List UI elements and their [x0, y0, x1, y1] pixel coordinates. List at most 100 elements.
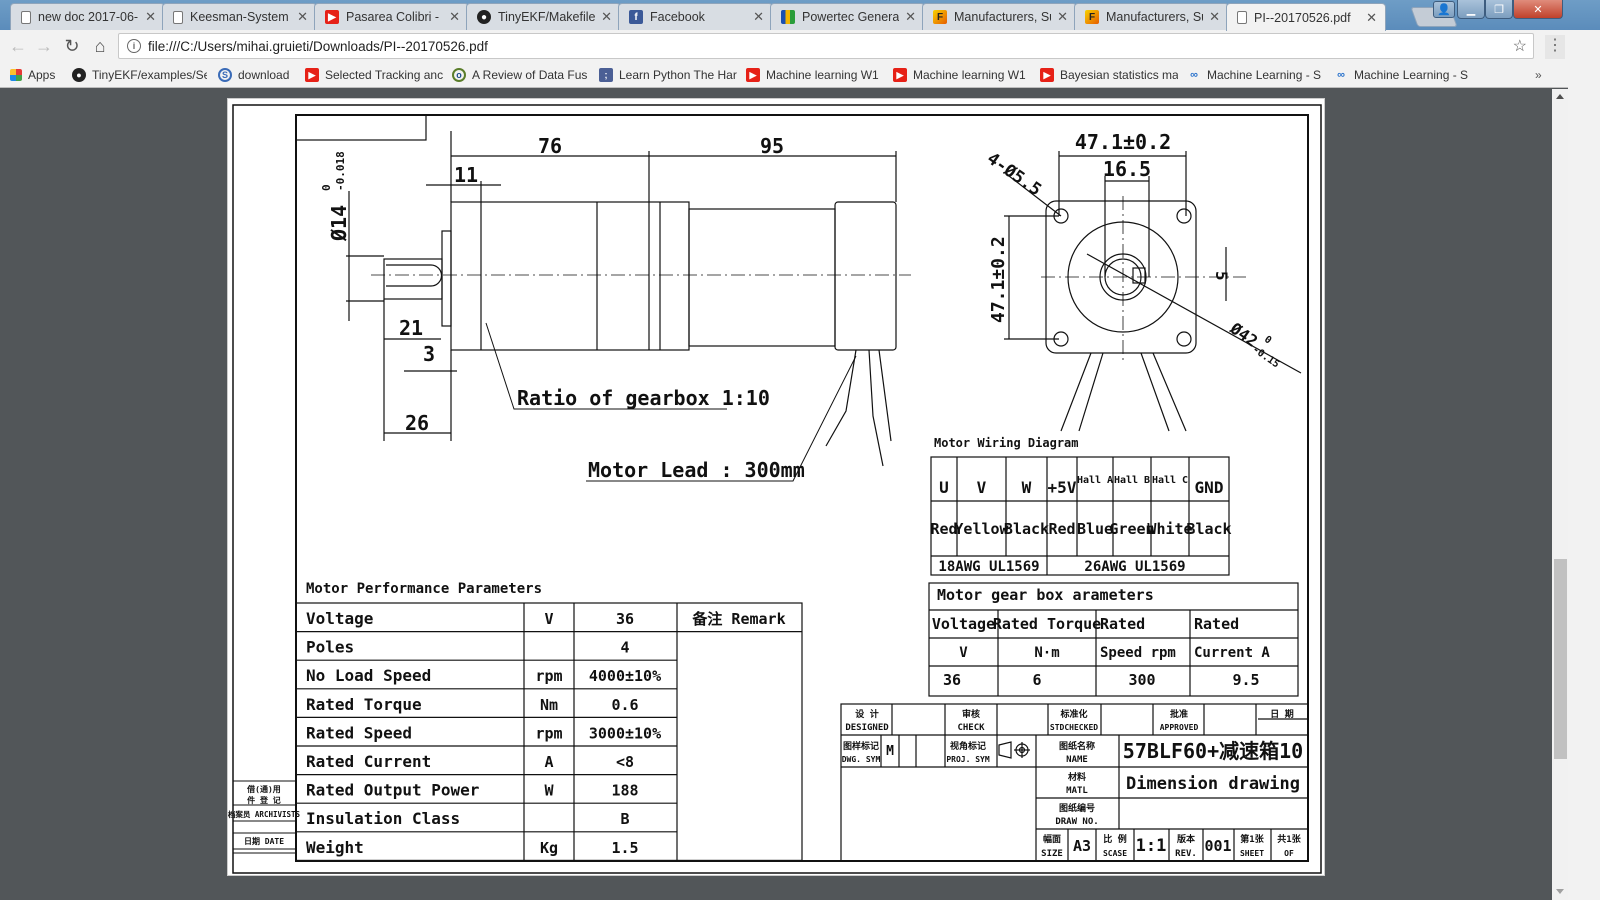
close-tab-icon[interactable]: ✕: [297, 9, 308, 25]
close-tab-icon[interactable]: ✕: [145, 9, 156, 25]
close-tab-icon[interactable]: ✕: [905, 9, 916, 25]
tab-powertec[interactable]: Powertec General ✕: [770, 3, 925, 30]
url-text[interactable]: file:///C:/Users/mihai.gruieti/Downloads…: [148, 39, 488, 54]
size-label: SIZE: [1041, 849, 1063, 859]
date-cn: 日 期: [1270, 708, 1293, 720]
projection-cone-icon: [998, 741, 1012, 759]
tab-manufacturers-2[interactable]: F Manufacturers, Su ✕: [1074, 3, 1229, 30]
scroll-down-arrow-icon[interactable]: [1556, 889, 1564, 894]
gearbox-ratio-note: Ratio of gearbox 1:10: [517, 386, 770, 410]
tab-facebook[interactable]: f Facebook ✕: [618, 3, 773, 30]
wiring-signal: Hall C: [1152, 475, 1188, 486]
drawing-name-value: 57BLF60+减速箱10: [1123, 739, 1303, 763]
dim-shaft-tol-upper: 0: [320, 184, 333, 191]
bookmark-review-data-fusion[interactable]: oA Review of Data Fus: [452, 66, 588, 84]
bookmark-ml-w1-b[interactable]: ▶ Machine learning W1: [893, 66, 1031, 84]
scroll-up-arrow-icon[interactable]: [1556, 94, 1564, 99]
gearbox-value: 6: [1032, 671, 1041, 689]
dim-holes: 4-Ø5.5: [983, 149, 1045, 201]
site-icon: F: [1085, 10, 1099, 24]
bookmark-ml-coursera-a[interactable]: ∞ Machine Learning - S: [1187, 66, 1325, 84]
bookmark-bayesian[interactable]: ▶ Bayesian statistics ma: [1040, 66, 1178, 84]
tab-new-doc[interactable]: new doc 2017-06- ✕: [10, 3, 165, 30]
dwg-sym-cn: 图样标记: [843, 740, 879, 752]
back-arrow-icon: ←: [9, 35, 27, 56]
proj-sym-cn: 视角标记: [950, 740, 986, 752]
param-unit: Nm: [540, 696, 558, 714]
minimize-button[interactable]: ▁: [1457, 0, 1485, 19]
size-value: A3: [1073, 837, 1091, 855]
stamp-line1: 借(通)用: [246, 784, 281, 794]
param-name: Poles: [306, 638, 354, 657]
bookmark-ml-coursera-b[interactable]: ∞ Machine Learning - S: [1334, 66, 1472, 84]
performance-title: Motor Performance Parameters: [306, 581, 542, 597]
close-tab-icon[interactable]: ✕: [601, 9, 612, 25]
param-unit: V: [544, 610, 553, 628]
size-cn: 幅面: [1043, 833, 1061, 845]
gearbox-value: 9.5: [1232, 671, 1259, 689]
param-name: No Load Speed: [306, 666, 431, 685]
matl-label: MATL: [1066, 786, 1088, 796]
wiring-color: Black: [1186, 520, 1231, 538]
bookmark-apps[interactable]: Apps: [10, 66, 68, 84]
vertical-scrollbar[interactable]: [1552, 89, 1568, 900]
tab-pasarea[interactable]: ▶ Pasarea Colibri - ✕: [314, 3, 469, 30]
maximize-button[interactable]: ❐: [1485, 0, 1513, 19]
coursera-icon: ∞: [1337, 69, 1345, 81]
scroll-thumb[interactable]: [1554, 559, 1567, 759]
close-tab-icon[interactable]: ✕: [1057, 9, 1068, 25]
pilot-diameter-label: Ø42 0 -0.15: [1226, 318, 1281, 370]
home-icon: ⌂: [94, 35, 106, 56]
bookmark-selected-tracking[interactable]: ▶ Selected Tracking anc: [305, 66, 443, 84]
info-icon[interactable]: i: [127, 39, 141, 53]
param-value: 0.6: [611, 696, 638, 714]
back-button[interactable]: ←: [6, 34, 30, 58]
tab-pdf-active[interactable]: PI--20170526.pdf ✕: [1226, 3, 1386, 31]
wiring-color: Red: [1048, 520, 1075, 538]
gearbox-header: Rated: [1100, 615, 1145, 633]
close-tab-icon[interactable]: ✕: [1366, 10, 1377, 26]
wiring-color: Black: [1004, 520, 1049, 538]
bookmark-download[interactable]: Sdownload: [218, 66, 300, 84]
bookmark-learn-python[interactable]: ; Learn Python The Har: [599, 66, 737, 84]
chrome-menu-button[interactable]: ⋮: [1545, 35, 1565, 59]
forward-button[interactable]: →: [32, 34, 56, 58]
bookmark-tinyekf[interactable]: ● TinyEKF/examples/Se: [72, 66, 207, 84]
forward-arrow-icon: →: [35, 35, 53, 56]
close-tab-icon[interactable]: ✕: [449, 9, 460, 25]
gearbox-table: Motor gear box arameters Voltage V Rated To…: [928, 582, 1299, 697]
python-site-icon: ;: [599, 68, 613, 82]
tab-keesman[interactable]: Keesman-System ✕: [162, 3, 317, 30]
param-value: 3000±10%: [589, 724, 661, 742]
home-button[interactable]: ⌂: [88, 34, 112, 58]
tab-tinyekf[interactable]: ● TinyEKF/Makefile ✕: [466, 3, 621, 30]
sheet-cn: 第1张: [1240, 833, 1264, 845]
rev-cn: 版本: [1176, 833, 1196, 845]
pdf-page: 76 95 11 21 3 26 Ø14 0 -0.018 Ratio of g…: [227, 98, 1325, 876]
close-tab-icon[interactable]: ✕: [1209, 9, 1220, 25]
download-site-icon: S: [218, 68, 232, 82]
name-label: NAME: [1066, 755, 1088, 765]
bookmarks-overflow-button[interactable]: »: [1535, 66, 1549, 84]
wiring-signal: GND: [1195, 478, 1224, 497]
param-value: 4000±10%: [589, 667, 661, 685]
bookmark-star-icon[interactable]: ☆: [1513, 36, 1527, 56]
tab-manufacturers-1[interactable]: F Manufacturers, Su ✕: [922, 3, 1077, 30]
gearbox-unit: Speed rpm: [1100, 645, 1176, 661]
matl-cn: 材料: [1067, 771, 1086, 783]
close-window-button[interactable]: ✕: [1513, 0, 1563, 19]
facebook-icon: f: [629, 10, 643, 24]
bookmark-ml-w1-a[interactable]: ▶ Machine learning W1: [746, 66, 884, 84]
dim-width: 47.1±0.2: [1075, 130, 1171, 154]
gearbox-unit: N·m: [1034, 645, 1059, 661]
wiring-signal: W: [1022, 478, 1032, 497]
dim-pilot-tol-lower: -0.15: [1250, 344, 1281, 370]
param-name: Weight: [306, 838, 364, 857]
address-bar[interactable]: i file:///C:/Users/mihai.gruieti/Downloa…: [118, 33, 1534, 59]
check-cn: 审核: [962, 708, 980, 720]
wiring-signal: Hall A: [1077, 475, 1113, 486]
user-profile-button[interactable]: 👤: [1433, 1, 1455, 18]
close-tab-icon[interactable]: ✕: [753, 9, 764, 25]
reload-button[interactable]: ↻: [60, 34, 84, 58]
param-value: 1.5: [611, 839, 638, 857]
